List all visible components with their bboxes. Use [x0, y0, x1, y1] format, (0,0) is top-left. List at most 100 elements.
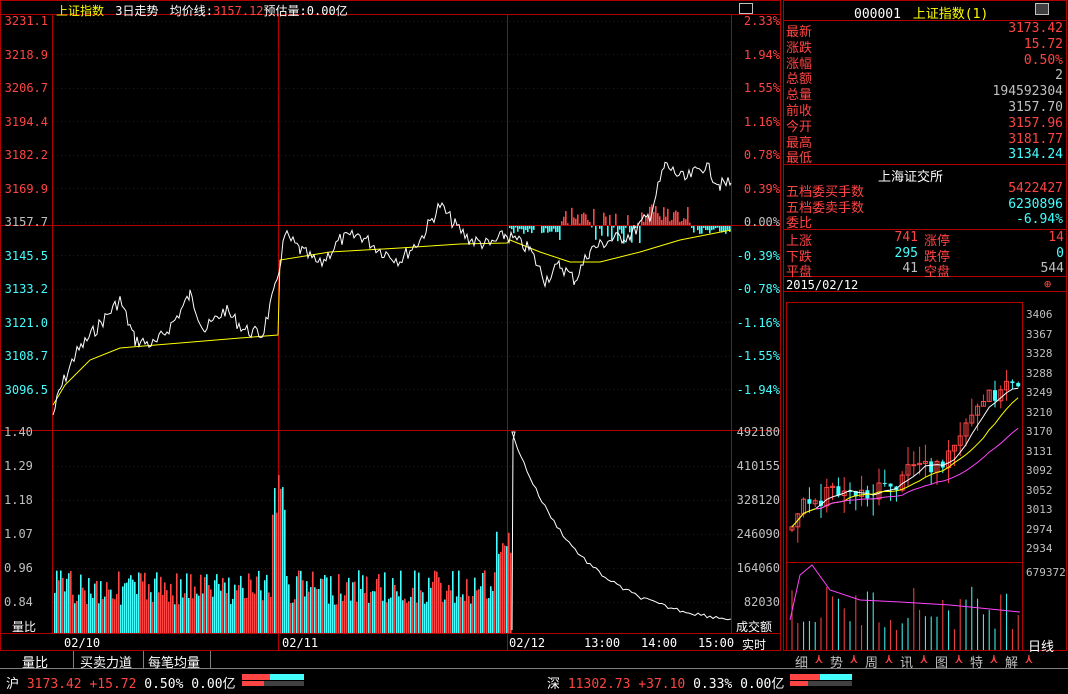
candle-body [836, 486, 841, 496]
time-label: 14:00 [641, 636, 678, 650]
volume-bar [234, 584, 236, 633]
volume-bar [146, 599, 148, 633]
volume-bar [356, 601, 358, 633]
tab-separator-icon: ⋏ [850, 652, 858, 667]
volume-bar [238, 585, 240, 633]
tab-avg-per-trade[interactable]: 每笔均量 [148, 652, 200, 671]
panel-menu-icon[interactable] [1035, 3, 1049, 15]
bid-ask-bar [717, 226, 719, 228]
order-value: -6.94% [1016, 212, 1063, 227]
date-label: 02/10 [64, 636, 101, 650]
quote-row: 总量 194592304 [786, 84, 1066, 103]
breadth-value: 41 [902, 261, 918, 276]
volume-bar [290, 603, 292, 633]
volume-bar [328, 603, 330, 633]
date-label: 02/12 [509, 636, 546, 650]
volume-bar [412, 587, 414, 633]
panel-tab[interactable]: 讯 [900, 652, 913, 671]
volume-bar [346, 582, 348, 633]
volume-bar [360, 588, 362, 633]
volume-bar [490, 586, 492, 633]
price-line [52, 161, 732, 416]
window-toggle-icon[interactable] [739, 3, 753, 14]
panel-tab[interactable]: 细 [795, 652, 808, 671]
bid-ask-bar [649, 206, 651, 225]
bid-ask-bar [675, 210, 677, 225]
volume-bar [436, 571, 438, 633]
volume-bar [164, 582, 166, 633]
volume-bar [448, 584, 450, 633]
bid-ask-bar [553, 226, 555, 229]
kline-tick: 3092 [1026, 464, 1053, 477]
panel-tab[interactable]: 解 [1005, 652, 1018, 671]
volume-bar [354, 581, 356, 633]
volume-bar [282, 487, 284, 633]
volume-bar [212, 596, 214, 633]
volume-bar [438, 577, 440, 633]
sz-breadth-bar [790, 674, 852, 686]
status-sz: 深 11302.73 +37.10 0.33% 0.00亿 [547, 673, 784, 692]
bid-ask-bar [663, 207, 665, 225]
tab-buy-sell-force[interactable]: 买卖力道 [80, 652, 132, 671]
tab-separator-icon: ⋏ [815, 652, 823, 667]
kline-tick: 3170 [1026, 425, 1053, 438]
candle-body [888, 483, 893, 487]
volume-bar [390, 597, 392, 633]
main-frame [0, 0, 781, 651]
ratio-tick: 0.84 [4, 595, 33, 609]
candle-body [993, 390, 997, 401]
quote-row: 涨幅 0.50% [786, 53, 1066, 72]
volume-bar [94, 583, 96, 633]
volume-bar [410, 596, 412, 633]
panel-tab[interactable]: 特 [970, 652, 983, 671]
volume-bar [126, 582, 128, 633]
bid-ask-bar [589, 221, 591, 225]
volume-bar [382, 600, 384, 633]
volume-bar [230, 604, 232, 633]
panel-tab[interactable]: 周 [865, 652, 878, 671]
tab-volume-ratio[interactable]: 量比 [22, 652, 48, 671]
volume-bar [170, 583, 172, 633]
volume-bar [228, 577, 230, 633]
realtime-button[interactable]: 实时 [742, 636, 766, 653]
avg-price-line [52, 229, 732, 406]
panel-tab[interactable]: 图 [935, 652, 948, 671]
volume-bar [258, 570, 260, 633]
percent-tick: 1.94% [743, 47, 780, 62]
bid-ask-bar [543, 226, 545, 233]
volume-bar [262, 600, 264, 633]
volume-bar [240, 575, 242, 633]
kline-tick: 3328 [1026, 347, 1053, 360]
crosshair-icon[interactable]: ⊕ [1044, 277, 1051, 291]
kline-tick: 3288 [1026, 366, 1053, 380]
quote-row: 最低 3134.24 [786, 147, 1066, 166]
volume-bar [300, 570, 302, 633]
volume-bar [192, 598, 194, 633]
bid-ask-bar [665, 216, 667, 225]
quote-row: 前收 3157.70 [786, 100, 1066, 119]
volume-bar [100, 581, 102, 633]
volume-tick: 492180 [736, 425, 780, 439]
bid-ask-bar [673, 212, 675, 225]
volume-bar [332, 595, 334, 633]
volume-bar [122, 586, 124, 633]
tab-separator-icon: ⋏ [990, 652, 998, 667]
bid-ask-bar [693, 226, 695, 233]
panel-tab[interactable]: 势 [830, 652, 843, 671]
bid-ask-bar [643, 221, 645, 225]
volume-bar [118, 571, 120, 633]
bid-ask-bar [571, 207, 573, 225]
volume-bar [274, 488, 276, 633]
volume-bar [264, 580, 266, 633]
volume-bar [510, 552, 512, 633]
bid-ask-bar [551, 226, 553, 232]
volume-bar [216, 574, 218, 633]
kline-tick: 3013 [1026, 503, 1053, 516]
volume-bar [56, 570, 58, 633]
ratio-tick: 1.07 [4, 527, 33, 541]
bid-ask-bar [519, 226, 521, 229]
volume-bar [306, 581, 308, 633]
volume-bar [380, 587, 382, 633]
volume-bar [142, 581, 144, 633]
volume-bar [182, 597, 184, 633]
